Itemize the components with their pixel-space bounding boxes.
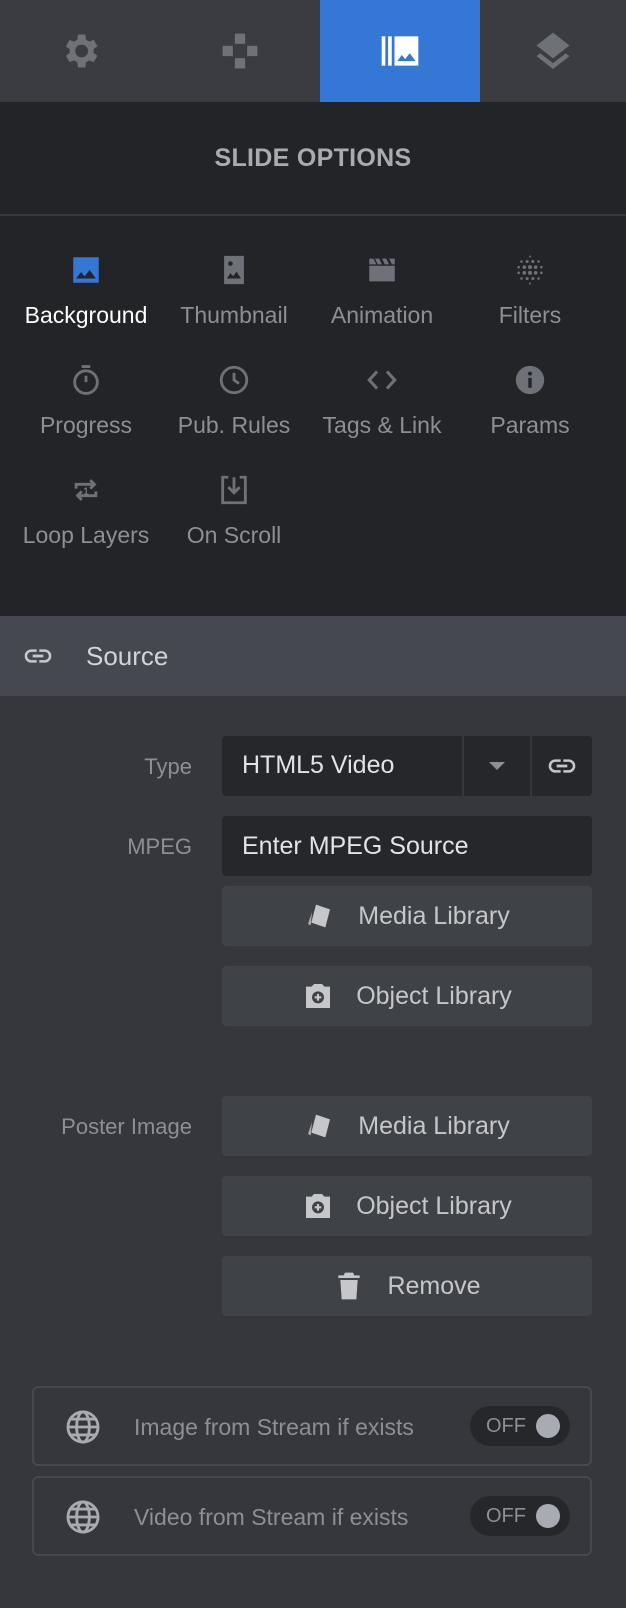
option-background[interactable]: Background — [12, 250, 160, 340]
poster-image-label: Poster Image — [61, 1114, 192, 1139]
video-from-stream-toggle[interactable]: OFF — [470, 1496, 570, 1536]
option-label: Tags & Link — [322, 412, 442, 438]
option-tags-link[interactable]: Tags & Link — [308, 360, 456, 450]
toggle-state: OFF — [486, 1415, 526, 1437]
poster-object-library-button[interactable]: Object Library — [222, 1176, 592, 1236]
poster-media-library-button[interactable]: Media Library — [222, 1096, 592, 1156]
mpeg-label: MPEG — [127, 834, 192, 859]
slide-options-grid: Background Thumbnail Animation Filters P… — [0, 216, 626, 616]
toggle-knob — [536, 1504, 560, 1528]
panel-header: SLIDE OPTIONS — [0, 102, 626, 216]
option-loop-layers[interactable]: 1 Loop Layers — [12, 470, 160, 560]
clapperboard-icon — [369, 258, 395, 282]
timer-icon — [73, 365, 99, 395]
repeat-one-icon: 1 — [74, 479, 98, 501]
option-thumbnail[interactable]: Thumbnail — [160, 250, 308, 340]
portrait-image-icon — [224, 255, 244, 285]
toggle-state: OFF — [486, 1505, 526, 1527]
button-label: Media Library — [358, 1111, 510, 1140]
option-label: Background — [24, 302, 148, 328]
info-icon — [515, 365, 545, 395]
tab-general-settings[interactable] — [0, 0, 160, 102]
link-source-button[interactable] — [532, 736, 592, 796]
panel-title: SLIDE OPTIONS — [214, 143, 412, 172]
option-label: Pub. Rules — [177, 412, 291, 438]
option-label: Params — [490, 412, 570, 438]
caret-down-icon — [489, 762, 505, 770]
link-icon — [548, 759, 576, 773]
mpeg-media-library-button[interactable]: Media Library — [222, 886, 592, 946]
slide-gallery-icon — [381, 36, 419, 66]
option-label: Filters — [498, 302, 562, 328]
module-icon — [222, 33, 258, 69]
download-icon — [221, 475, 247, 505]
tab-slide-options[interactable] — [320, 0, 480, 102]
button-label: Remove — [387, 1271, 481, 1300]
button-label: Object Library — [356, 981, 512, 1010]
type-label: Type — [144, 754, 192, 779]
type-select-value: HTML5 Video — [242, 751, 395, 779]
toggle-label: Image from Stream if exists — [134, 1414, 414, 1440]
image-from-stream-row: Image from Stream if exists OFF — [32, 1386, 592, 1466]
section-title: Source — [86, 640, 169, 671]
globe-icon — [66, 1500, 100, 1534]
image-from-stream-toggle[interactable]: OFF — [470, 1406, 570, 1446]
video-from-stream-row: Video from Stream if exists OFF — [32, 1476, 592, 1556]
option-label: Loop Layers — [22, 522, 150, 548]
dots-grid-icon — [517, 255, 543, 285]
globe-icon — [66, 1410, 100, 1444]
tab-module[interactable] — [160, 0, 320, 102]
option-animation[interactable]: Animation — [308, 250, 456, 340]
gear-icon — [65, 34, 98, 68]
camera-plus-icon — [306, 984, 331, 1008]
option-label: Animation — [330, 302, 434, 328]
layers-icon — [536, 32, 570, 69]
svg-text:1: 1 — [83, 486, 89, 497]
tab-layers[interactable] — [480, 0, 626, 102]
option-filters[interactable]: Filters — [456, 250, 604, 340]
top-tab-bar — [0, 0, 626, 102]
option-label: Thumbnail — [180, 302, 288, 328]
media-library-icon — [308, 1114, 331, 1138]
camera-plus-icon — [306, 1194, 331, 1218]
code-icon — [367, 370, 397, 390]
option-label: On Scroll — [186, 522, 282, 548]
type-select[interactable]: HTML5 Video — [222, 736, 530, 796]
source-section-header[interactable]: Source — [0, 616, 626, 696]
toggle-label: Video from Stream if exists — [134, 1504, 409, 1530]
link-icon — [24, 649, 52, 663]
image-icon — [73, 257, 99, 283]
trash-icon — [338, 1272, 361, 1300]
mpeg-source-input[interactable] — [222, 816, 592, 876]
poster-remove-button[interactable]: Remove — [222, 1256, 592, 1316]
toggle-knob — [536, 1414, 560, 1438]
option-pub-rules[interactable]: Pub. Rules — [160, 360, 308, 450]
mpeg-object-library-button[interactable]: Object Library — [222, 966, 592, 1026]
select-caret — [462, 736, 530, 796]
button-label: Object Library — [356, 1191, 512, 1220]
option-params[interactable]: Params — [456, 360, 604, 450]
option-progress[interactable]: Progress — [12, 360, 160, 450]
button-label: Media Library — [358, 901, 510, 930]
clock-icon — [219, 365, 249, 395]
option-on-scroll[interactable]: On Scroll — [160, 470, 308, 560]
media-library-icon — [308, 904, 331, 928]
option-label: Progress — [39, 412, 133, 438]
